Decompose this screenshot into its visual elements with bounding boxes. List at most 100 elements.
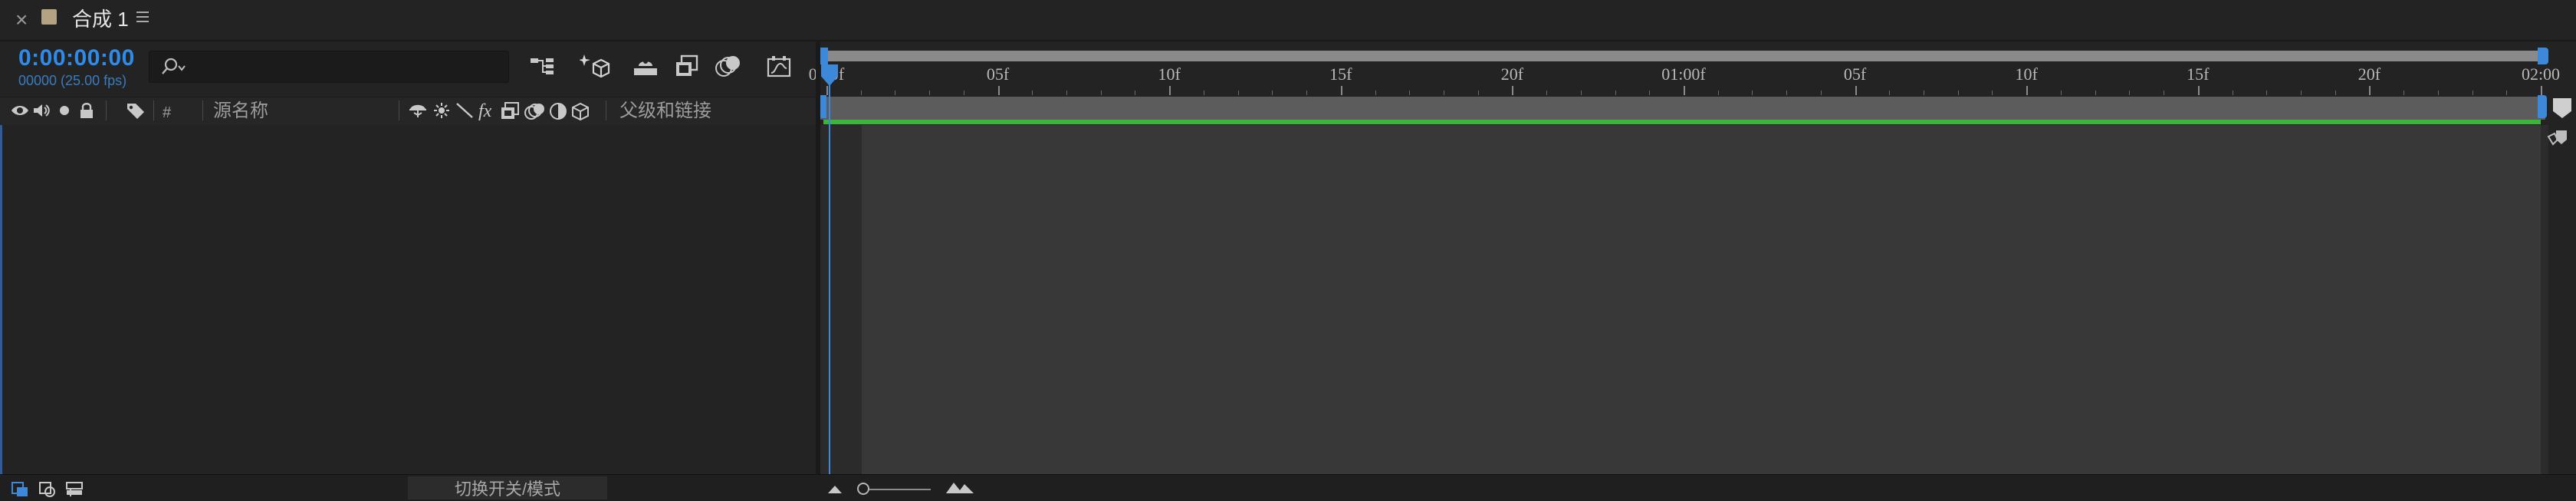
ruler-minor-tick [1237,91,1239,95]
current-time-display[interactable]: 0:00:00:00 [18,44,135,72]
composition-color-swatch [41,9,57,25]
ruler-minor-tick [1752,91,1753,95]
layer-search-box[interactable] [149,51,509,83]
ruler-major-tick [2541,86,2542,95]
time-ruler[interactable]: 0:00f05f10f15f20f01:00f05f10f15f20f02:00 [809,64,2560,97]
zoom-in-icon[interactable] [945,480,975,495]
ruler-minor-tick [1546,91,1548,95]
ruler-minor-tick [1306,91,1308,95]
ruler-tick-label: 10f [2015,64,2038,84]
ruler-minor-tick [1100,91,1102,95]
parent-and-link-header[interactable]: 父级和链接 [619,101,711,122]
motion-blur-icon[interactable] [524,102,546,120]
ruler-minor-tick [1786,91,1788,95]
ruler-major-tick [1340,86,1342,95]
ruler-minor-tick [2095,91,2096,95]
ruler-minor-tick [929,91,931,95]
ruler-minor-tick [2472,91,2473,95]
ruler-major-tick [1855,86,1857,95]
ruler-major-tick [2197,86,2200,95]
ruler-minor-tick [2300,91,2302,95]
shy-icon[interactable] [408,102,428,119]
label-tag-icon[interactable] [126,102,146,119]
layer-number-header: # [163,104,172,121]
ruler-tick-label: 15f [2187,64,2210,84]
ruler-major-tick [997,86,1000,95]
ruler-tick-label: 01:00f [1661,64,1706,84]
layer-switches-pane-icon[interactable] [11,481,29,498]
ruler-tick-label: 15f [1329,64,1352,84]
source-name-header[interactable]: 源名称 [213,101,268,122]
ruler-minor-tick [1820,91,1822,95]
ruler-minor-tick [2437,91,2439,95]
zoom-slider-track[interactable] [862,489,931,490]
solo-dot-icon[interactable] [57,102,72,119]
hamburger-icon[interactable] [135,9,152,25]
video-eye-icon[interactable] [11,102,29,119]
ruler-minor-tick [1649,91,1651,95]
ruler-minor-tick [1957,91,1959,95]
ruler-minor-tick [2060,91,2062,95]
ruler-tick-label: 05f [986,64,1010,84]
lock-icon[interactable] [78,102,95,119]
composition-tab-bar: × 合成 1 [0,0,2576,41]
ruler-tick-label: 20f [2358,64,2381,84]
ruler-major-tick [1684,86,1685,95]
adjustment-icon[interactable] [549,102,567,120]
ruler-major-tick [1169,86,1171,95]
ruler-tick-label: 10f [1158,64,1181,84]
ruler-tick-label: 02:00 [2521,64,2561,84]
zoom-out-icon[interactable] [825,483,845,495]
close-tab-button[interactable]: × [15,8,28,32]
3d-cube-icon[interactable] [570,102,590,120]
composition-tab-title[interactable]: 合成 1 [72,6,129,32]
ruler-minor-tick [1992,91,1993,95]
hide-shy-layers-icon[interactable] [627,49,664,84]
marker-well-icon[interactable] [2544,126,2571,149]
ruler-tick-label: 20f [1500,64,1524,84]
frame-blending-icon[interactable] [669,49,705,84]
ruler-tick-label: 05f [1843,64,1867,84]
search-icon[interactable] [160,57,186,77]
panel-focus-edge [0,125,2,474]
ruler-minor-tick [1615,91,1616,95]
toggle-switches-modes-button[interactable]: 切换开关/模式 [408,476,607,499]
ruler-minor-tick [1717,91,1719,95]
frame-count-fps: 00000 (25.00 fps) [18,73,127,88]
ruler-minor-tick [2334,91,2336,95]
in-out-pane-icon[interactable] [64,481,84,498]
ruler-minor-tick [2506,91,2508,95]
composition-marker-bin[interactable] [2553,98,2571,118]
ruler-major-tick [1512,86,1514,95]
timeline-footer: 切换开关/模式 [0,474,2576,501]
search-input[interactable] [194,54,504,79]
layer-column-header: # 源名称 fx 父级和链接 [0,97,816,126]
ruler-minor-tick [1580,91,1582,95]
work-area-bar[interactable] [820,97,2545,120]
ruler-minor-tick [1272,91,1273,95]
ruler-minor-tick [2266,91,2268,95]
ruler-major-tick [2369,86,2371,95]
ruler-minor-tick [1409,91,1411,95]
ruler-minor-tick [860,91,862,95]
audio-speaker-icon[interactable] [32,102,51,119]
frame-blend-icon[interactable] [500,102,520,120]
motion-blur-icon[interactable] [710,49,747,84]
collapse-icon[interactable] [432,102,451,119]
ruler-minor-tick [1477,91,1479,95]
composition-mini-flowchart-icon[interactable] [524,49,561,84]
ruler-minor-tick [1066,91,1068,95]
time-navigator-end-handle[interactable] [2538,48,2548,64]
timeline-track-area[interactable] [862,125,2541,474]
effect-fx-icon[interactable]: fx [478,101,491,122]
layer-list-panel[interactable] [0,125,816,474]
draft-3d-icon[interactable] [577,49,613,84]
time-navigator-bar[interactable] [820,51,2545,61]
ruler-minor-tick [1889,91,1891,95]
zoom-slider-knob[interactable] [857,483,869,495]
work-area-end-handle[interactable] [2538,95,2547,118]
transfer-controls-pane-icon[interactable] [38,481,57,498]
graph-editor-icon[interactable] [761,49,797,84]
playhead-line[interactable] [829,64,830,474]
quality-icon[interactable] [455,102,474,119]
